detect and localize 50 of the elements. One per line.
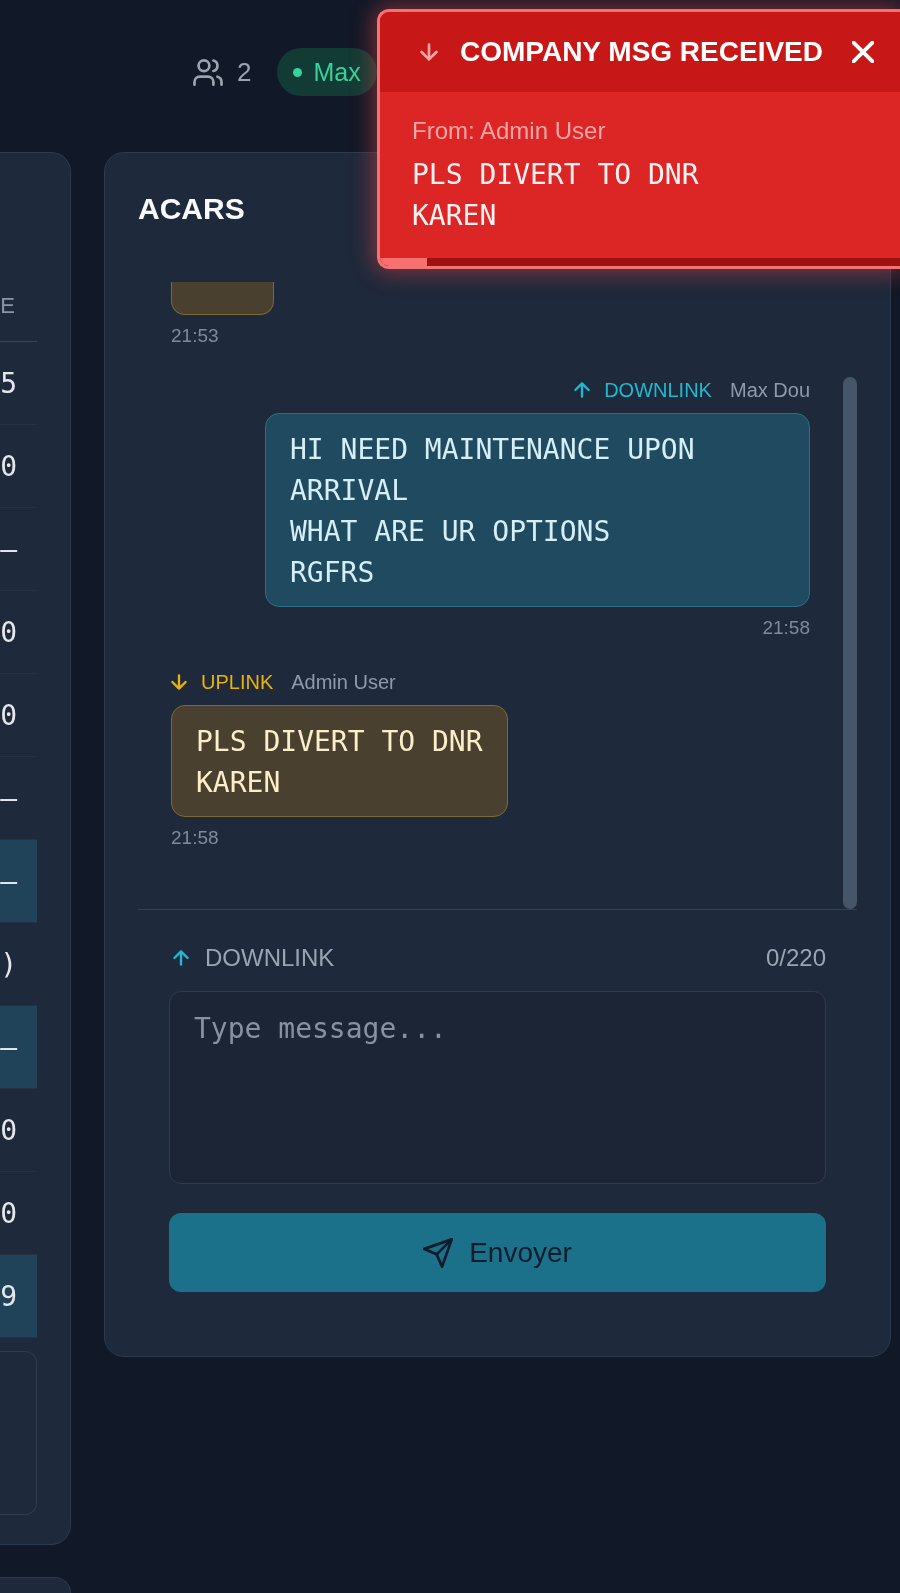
- toast-message: PLS DIVERT TO DNR KAREN: [412, 157, 699, 234]
- direction-label: DOWNLINK: [604, 380, 712, 400]
- table-cell: —: [0, 532, 17, 566]
- table-row[interactable]: 0: [0, 1089, 37, 1172]
- table-cell: —: [0, 1030, 17, 1064]
- table-cell: 0: [0, 615, 17, 649]
- message-time: 21:58: [762, 618, 810, 638]
- direction-label: DOWNLINK: [205, 944, 335, 972]
- message-input[interactable]: Type message...: [169, 991, 826, 1184]
- message-bubble: PLS DIVERT TO DNR KAREN: [171, 705, 508, 817]
- arrow-down-icon: [171, 674, 187, 690]
- char-counter: 0/220: [765, 944, 826, 972]
- table-cell: ): [0, 947, 17, 981]
- sender-name: Admin User: [291, 672, 396, 692]
- table-row[interactable]: 5: [0, 342, 37, 425]
- close-button[interactable]: [852, 41, 874, 63]
- table-row[interactable]: —: [0, 1006, 37, 1089]
- table-row[interactable]: —: [0, 840, 37, 923]
- bottom-panel: [0, 1577, 71, 1593]
- message-time: 21:58: [171, 828, 219, 848]
- table-cell: 0: [0, 698, 17, 732]
- table-row[interactable]: —: [0, 508, 37, 591]
- table-cell: 5: [0, 366, 17, 400]
- table-cell: 0: [0, 1196, 17, 1230]
- table-cell: —: [0, 781, 17, 815]
- scrollbar[interactable]: [843, 377, 857, 909]
- table-row[interactable]: 9: [0, 1255, 37, 1338]
- message-bubble: HI NEED MAINTENANCE UPON ARRIVAL WHAT ARE UR OPTIONS RGFRS: [265, 413, 810, 607]
- sender-name: Max Dou: [729, 380, 810, 400]
- close-icon: [852, 41, 874, 63]
- users-icon: [193, 58, 223, 86]
- table-cell: —: [0, 864, 17, 898]
- toast-sender: From: Admin User: [412, 118, 606, 144]
- table-row[interactable]: 0: [0, 674, 37, 757]
- direction-label: UPLINK: [201, 672, 274, 692]
- column-header: E: [0, 293, 15, 319]
- panel-title: ACARS: [138, 191, 245, 227]
- message-time: 21:53: [171, 326, 219, 346]
- send-icon: [423, 1237, 454, 1268]
- table-cell: 0: [0, 1113, 17, 1147]
- arrow-down-icon: [420, 43, 438, 61]
- arrow-up-icon: [173, 950, 189, 966]
- user-name: Max: [313, 57, 361, 87]
- online-count: 2: [237, 56, 252, 88]
- arrow-up-icon: [574, 382, 591, 398]
- table-row[interactable]: 0: [0, 591, 37, 674]
- table-row[interactable]: 0: [0, 425, 37, 508]
- table-cell: 0: [0, 449, 17, 483]
- toast-title: COMPANY MSG RECEIVED: [460, 36, 823, 68]
- table-cell: 9: [0, 1279, 17, 1313]
